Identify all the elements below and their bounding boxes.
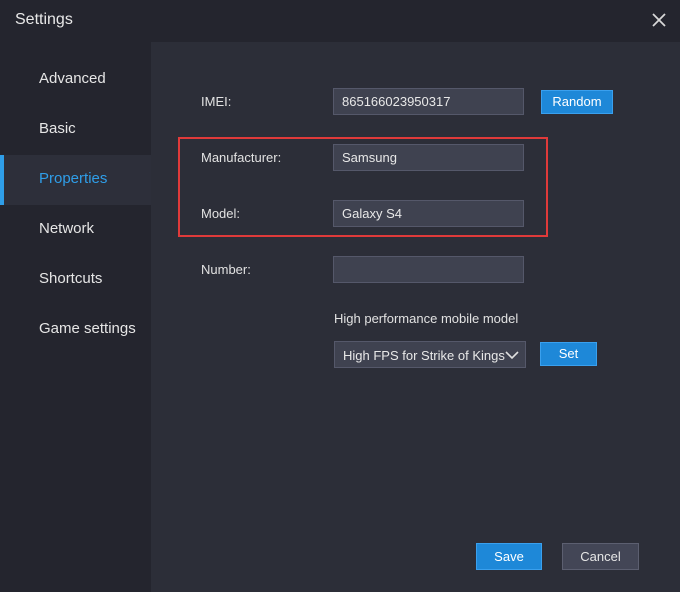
sidebar-item-network[interactable]: Network bbox=[0, 205, 151, 255]
perf-model-selected: High FPS for Strike of Kings bbox=[343, 348, 505, 363]
sidebar-item-basic[interactable]: Basic bbox=[0, 105, 151, 155]
title-bar: Settings bbox=[0, 0, 680, 42]
sidebar-item-label: Properties bbox=[39, 170, 108, 187]
random-button[interactable]: Random bbox=[541, 90, 613, 114]
manufacturer-input[interactable] bbox=[333, 144, 524, 171]
chevron-down-icon bbox=[505, 351, 519, 360]
sidebar-item-shortcuts[interactable]: Shortcuts bbox=[0, 255, 151, 305]
set-button[interactable]: Set bbox=[540, 342, 597, 366]
save-button[interactable]: Save bbox=[476, 543, 542, 570]
properties-panel: IMEI: Random Manufacturer: Model: Number… bbox=[151, 42, 680, 592]
sidebar-item-label: Basic bbox=[39, 120, 76, 137]
perf-model-label: High performance mobile model bbox=[334, 311, 519, 326]
settings-window: Settings Advanced Basic Properties Netwo… bbox=[0, 0, 680, 592]
sidebar-item-label: Advanced bbox=[39, 70, 106, 87]
manufacturer-label: Manufacturer: bbox=[201, 150, 282, 165]
sidebar-item-game-settings[interactable]: Game settings bbox=[0, 305, 151, 355]
sidebar-item-advanced[interactable]: Advanced bbox=[0, 55, 151, 105]
model-label: Model: bbox=[201, 206, 241, 221]
settings-sidebar: Advanced Basic Properties Network Shortc… bbox=[0, 42, 151, 592]
sidebar-item-label: Network bbox=[39, 220, 95, 237]
cancel-button[interactable]: Cancel bbox=[562, 543, 639, 570]
imei-input[interactable] bbox=[333, 88, 524, 115]
perf-model-select[interactable]: High FPS for Strike of Kings bbox=[334, 341, 526, 368]
sidebar-item-label: Game settings bbox=[39, 320, 136, 337]
number-input[interactable] bbox=[333, 256, 524, 283]
active-indicator bbox=[0, 155, 4, 205]
window-title: Settings bbox=[15, 11, 73, 28]
close-button[interactable] bbox=[648, 9, 670, 31]
model-input[interactable] bbox=[333, 200, 524, 227]
number-label: Number: bbox=[201, 262, 251, 277]
sidebar-item-properties[interactable]: Properties bbox=[0, 155, 151, 205]
imei-label: IMEI: bbox=[201, 94, 232, 109]
close-icon bbox=[652, 13, 666, 27]
sidebar-item-label: Shortcuts bbox=[39, 270, 103, 287]
